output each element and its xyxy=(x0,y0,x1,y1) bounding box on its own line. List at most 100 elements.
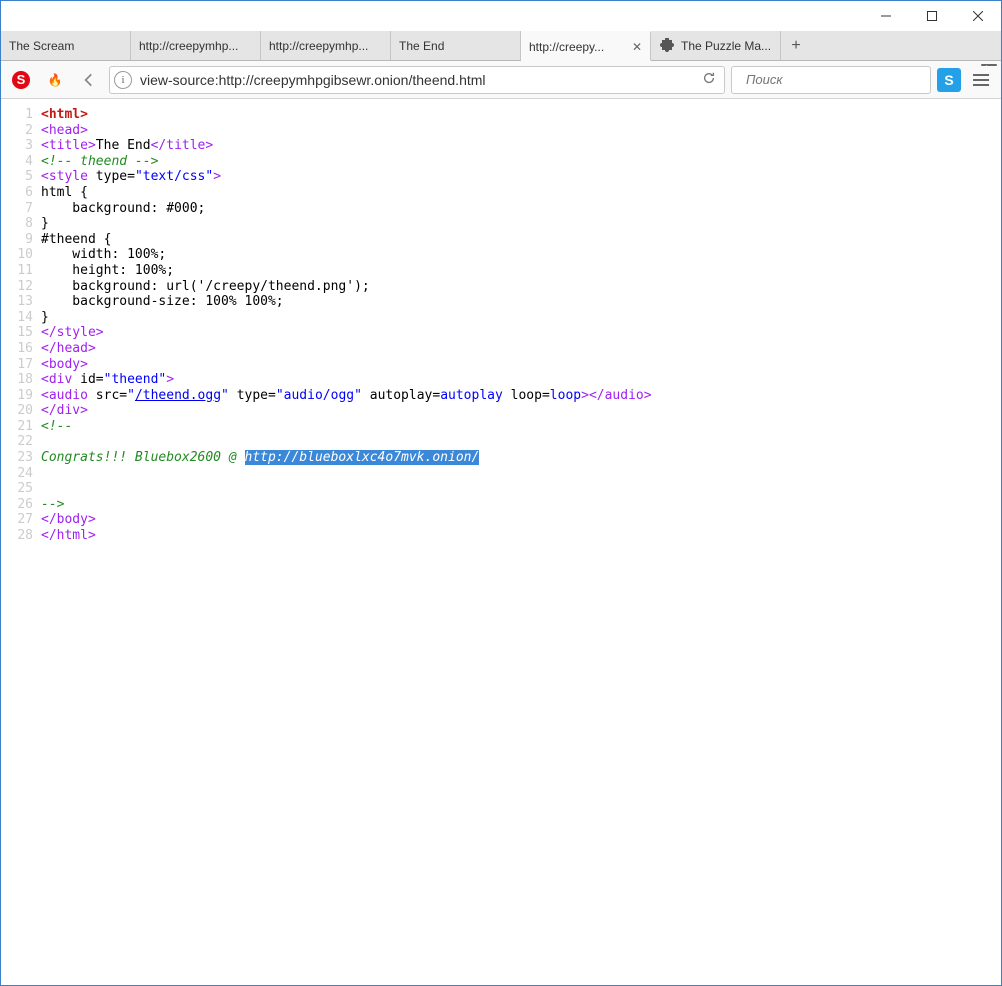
source-line[interactable]: 28</html> xyxy=(1,528,1001,544)
source-line[interactable]: 10 width: 100%; xyxy=(1,247,1001,263)
line-number: 11 xyxy=(1,263,41,279)
source-line[interactable]: 3<title>The End</title> xyxy=(1,138,1001,154)
source-line[interactable]: 7 background: #000; xyxy=(1,201,1001,217)
source-line[interactable]: 13 background-size: 100% 100%; xyxy=(1,294,1001,310)
code-text[interactable]: } xyxy=(41,310,1001,326)
back-button[interactable] xyxy=(75,66,103,94)
minimize-button[interactable] xyxy=(863,1,909,31)
line-number: 8 xyxy=(1,216,41,232)
extension-noscript-icon[interactable]: S xyxy=(7,66,35,94)
tab-1[interactable]: http://creepymhp... xyxy=(131,31,261,60)
reload-icon[interactable] xyxy=(698,71,720,88)
code-text[interactable] xyxy=(41,434,1001,450)
code-text[interactable]: <body> xyxy=(41,357,1001,373)
tab-label: The Scream xyxy=(9,39,122,53)
code-text[interactable]: } xyxy=(41,216,1001,232)
search-bar[interactable] xyxy=(731,66,931,94)
tab-5[interactable]: The Puzzle Ma... xyxy=(651,31,781,60)
line-number: 28 xyxy=(1,528,41,544)
address-bar[interactable]: i xyxy=(109,66,725,94)
tab-label: http://creepymhp... xyxy=(269,39,382,53)
line-number: 13 xyxy=(1,294,41,310)
line-number: 18 xyxy=(1,372,41,388)
code-text[interactable]: <!-- xyxy=(41,419,1001,435)
source-line[interactable]: 9#theend { xyxy=(1,232,1001,248)
source-line[interactable]: 15</style> xyxy=(1,325,1001,341)
tab-2[interactable]: http://creepymhp... xyxy=(261,31,391,60)
source-line[interactable]: 17<body> xyxy=(1,357,1001,373)
line-number: 1 xyxy=(1,107,41,123)
code-text[interactable]: <head> xyxy=(41,123,1001,139)
line-number: 23 xyxy=(1,450,41,466)
code-text[interactable]: background: url('/creepy/theend.png'); xyxy=(41,279,1001,295)
tab-3[interactable]: The End xyxy=(391,31,521,60)
code-text[interactable]: </head> xyxy=(41,341,1001,357)
view-source-content[interactable]: 1<html>2<head>3<title>The End</title>4<!… xyxy=(1,99,1001,985)
code-text[interactable]: </html> xyxy=(41,528,1001,544)
close-tab-icon[interactable]: ✕ xyxy=(632,40,642,54)
source-line[interactable]: 22 xyxy=(1,434,1001,450)
source-line[interactable]: 11 height: 100%; xyxy=(1,263,1001,279)
source-line[interactable]: 14} xyxy=(1,310,1001,326)
code-text[interactable] xyxy=(41,481,1001,497)
code-text[interactable]: <div id="theend"> xyxy=(41,372,1001,388)
source-line[interactable]: 20</div> xyxy=(1,403,1001,419)
code-text[interactable]: <style type="text/css"> xyxy=(41,169,1001,185)
search-input[interactable] xyxy=(744,71,926,88)
code-text[interactable]: </body> xyxy=(41,512,1001,528)
code-text[interactable]: background-size: 100% 100%; xyxy=(41,294,1001,310)
source-line[interactable]: 19<audio src="/theend.ogg" type="audio/o… xyxy=(1,388,1001,404)
code-text[interactable] xyxy=(41,466,1001,482)
url-input[interactable] xyxy=(138,71,698,89)
line-number: 26 xyxy=(1,497,41,513)
code-text[interactable]: </div> xyxy=(41,403,1001,419)
code-text[interactable]: <html> xyxy=(41,107,1001,123)
code-text[interactable]: <title>The End</title> xyxy=(41,138,1001,154)
source-line[interactable]: 6html { xyxy=(1,185,1001,201)
hamburger-menu-button[interactable]: 1 xyxy=(967,66,995,94)
site-info-icon[interactable]: i xyxy=(114,71,132,89)
source-line[interactable]: 21<!-- xyxy=(1,419,1001,435)
skype-extension-icon[interactable]: S xyxy=(937,68,961,92)
tab-0[interactable]: The Scream xyxy=(1,31,131,60)
maximize-button[interactable] xyxy=(909,1,955,31)
line-number: 4 xyxy=(1,154,41,170)
code-text[interactable]: height: 100%; xyxy=(41,263,1001,279)
line-number: 25 xyxy=(1,481,41,497)
source-line[interactable]: 8} xyxy=(1,216,1001,232)
source-line[interactable]: 4<!-- theend --> xyxy=(1,154,1001,170)
tab-4-active[interactable]: http://creepy...✕ xyxy=(521,31,651,61)
code-text[interactable]: background: #000; xyxy=(41,201,1001,217)
code-text[interactable]: width: 100%; xyxy=(41,247,1001,263)
tab-label: http://creepymhp... xyxy=(139,39,252,53)
source-line[interactable]: 1<html> xyxy=(1,107,1001,123)
source-line[interactable]: 16</head> xyxy=(1,341,1001,357)
source-line[interactable]: 25 xyxy=(1,481,1001,497)
tab-label: The Puzzle Ma... xyxy=(681,39,772,53)
close-button[interactable] xyxy=(955,1,1001,31)
line-number: 20 xyxy=(1,403,41,419)
extension-fire-icon[interactable]: 🔥 xyxy=(41,66,69,94)
line-number: 12 xyxy=(1,279,41,295)
source-line[interactable]: 27</body> xyxy=(1,512,1001,528)
code-text[interactable]: --> xyxy=(41,497,1001,513)
line-number: 17 xyxy=(1,357,41,373)
line-number: 22 xyxy=(1,434,41,450)
code-text[interactable]: #theend { xyxy=(41,232,1001,248)
source-line[interactable]: 18<div id="theend"> xyxy=(1,372,1001,388)
line-number: 15 xyxy=(1,325,41,341)
code-text[interactable]: <!-- theend --> xyxy=(41,154,1001,170)
line-number: 27 xyxy=(1,512,41,528)
code-text[interactable]: Congrats!!! Bluebox2600 @ http://bluebox… xyxy=(41,450,1001,466)
new-tab-button[interactable]: + xyxy=(781,31,811,60)
source-line[interactable]: 24 xyxy=(1,466,1001,482)
source-line[interactable]: 12 background: url('/creepy/theend.png')… xyxy=(1,279,1001,295)
window-titlebar xyxy=(1,1,1001,31)
source-line[interactable]: 26--> xyxy=(1,497,1001,513)
code-text[interactable]: <audio src="/theend.ogg" type="audio/ogg… xyxy=(41,388,1001,404)
source-line[interactable]: 2<head> xyxy=(1,123,1001,139)
code-text[interactable]: </style> xyxy=(41,325,1001,341)
source-line[interactable]: 5<style type="text/css"> xyxy=(1,169,1001,185)
source-line[interactable]: 23Congrats!!! Bluebox2600 @ http://blueb… xyxy=(1,450,1001,466)
code-text[interactable]: html { xyxy=(41,185,1001,201)
